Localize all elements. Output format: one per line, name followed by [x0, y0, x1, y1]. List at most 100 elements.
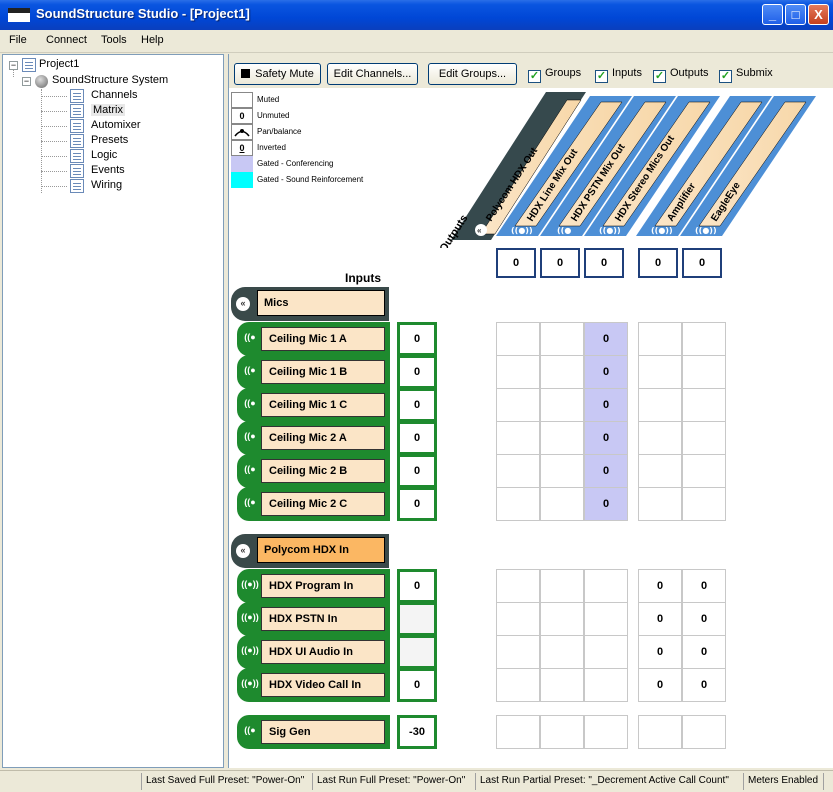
matrix-crosspoint[interactable] [540, 569, 584, 603]
tree-item-wiring[interactable]: Wiring [91, 179, 122, 191]
input-channel[interactable]: ((●)) HDX PSTN In [237, 602, 390, 636]
matrix-crosspoint[interactable]: 0 [638, 668, 682, 702]
edit-groups-button[interactable]: Edit Groups... [428, 63, 517, 85]
input-gain[interactable]: 0 [397, 355, 437, 389]
matrix-crosspoint[interactable]: 0 [682, 635, 726, 669]
matrix-crosspoint[interactable]: 0 [638, 602, 682, 636]
matrix-crosspoint[interactable]: 0 [682, 569, 726, 603]
matrix-crosspoint[interactable] [682, 322, 726, 356]
input-gain[interactable] [397, 602, 437, 636]
matrix-crosspoint[interactable] [584, 602, 628, 636]
matrix-crosspoint[interactable] [496, 569, 540, 603]
output-gain-eagleeye[interactable]: 0 [682, 248, 722, 278]
collapse-icon[interactable]: « [236, 544, 250, 558]
tree-item-project[interactable]: Project1 [39, 58, 79, 70]
matrix-crosspoint[interactable] [638, 355, 682, 389]
matrix-crosspoint[interactable] [638, 322, 682, 356]
menu-help[interactable]: Help [141, 34, 164, 46]
input-channel[interactable]: ((●)) HDX Video Call In [237, 668, 390, 702]
matrix-crosspoint[interactable] [496, 322, 540, 356]
matrix-crosspoint[interactable] [540, 715, 584, 749]
output-gain-hdx-stereo-mics[interactable]: 0 [584, 248, 624, 278]
matrix-crosspoint[interactable] [638, 487, 682, 521]
matrix-crosspoint[interactable] [638, 454, 682, 488]
input-channel[interactable]: ((● Sig Gen [237, 715, 390, 749]
menu-tools[interactable]: Tools [101, 34, 127, 46]
input-channel[interactable]: ((● Ceiling Mic 2 B [237, 454, 390, 488]
tree-item-automixer[interactable]: Automixer [91, 119, 141, 131]
collapse-icon[interactable]: − [9, 61, 18, 70]
matrix-crosspoint[interactable] [584, 569, 628, 603]
input-gain[interactable]: 0 [397, 454, 437, 488]
input-channel[interactable]: ((●)) HDX Program In [237, 569, 390, 603]
menu-file[interactable]: File [9, 34, 27, 46]
input-channel[interactable]: ((● Ceiling Mic 1 C [237, 388, 390, 422]
input-gain[interactable]: 0 [397, 388, 437, 422]
matrix-crosspoint[interactable] [540, 388, 584, 422]
matrix-crosspoint[interactable] [540, 454, 584, 488]
input-gain[interactable]: 0 [397, 421, 437, 455]
input-gain[interactable]: 0 [397, 569, 437, 603]
matrix-crosspoint[interactable] [496, 421, 540, 455]
matrix-crosspoint[interactable] [638, 715, 682, 749]
matrix-crosspoint[interactable]: 0 [584, 454, 628, 488]
submix-checkbox[interactable]: ✓ Submix [719, 67, 773, 83]
minimize-button[interactable]: _ [762, 4, 783, 25]
matrix-crosspoint[interactable]: 0 [584, 355, 628, 389]
matrix-crosspoint[interactable] [682, 355, 726, 389]
matrix-crosspoint[interactable]: 0 [584, 388, 628, 422]
groups-checkbox[interactable]: ✓ Groups [528, 67, 581, 83]
input-channel[interactable]: ((●)) HDX UI Audio In [237, 635, 390, 669]
close-button[interactable]: X [808, 4, 829, 25]
matrix-crosspoint[interactable] [682, 715, 726, 749]
output-gain-amplifier[interactable]: 0 [638, 248, 678, 278]
menu-connect[interactable]: Connect [46, 34, 87, 46]
matrix-crosspoint[interactable] [584, 668, 628, 702]
matrix-crosspoint[interactable] [540, 322, 584, 356]
tree-item-logic[interactable]: Logic [91, 149, 117, 161]
input-gain[interactable]: -30 [397, 715, 437, 749]
input-gain[interactable] [397, 635, 437, 669]
matrix-crosspoint[interactable] [682, 388, 726, 422]
tree-item-matrix[interactable]: Matrix [91, 104, 125, 116]
input-gain[interactable]: 0 [397, 487, 437, 521]
matrix-crosspoint[interactable] [496, 668, 540, 702]
tree-item-events[interactable]: Events [91, 164, 125, 176]
matrix-crosspoint[interactable] [496, 355, 540, 389]
input-channel[interactable]: ((● Ceiling Mic 1 A [237, 322, 390, 356]
collapse-icon[interactable]: − [22, 77, 31, 86]
collapse-icon[interactable]: « [236, 297, 250, 311]
input-channel[interactable]: ((● Ceiling Mic 1 B [237, 355, 390, 389]
input-gain[interactable]: 0 [397, 668, 437, 702]
matrix-crosspoint[interactable] [638, 388, 682, 422]
matrix-crosspoint[interactable] [584, 635, 628, 669]
matrix-crosspoint[interactable] [682, 454, 726, 488]
matrix-crosspoint[interactable] [540, 602, 584, 636]
matrix-crosspoint[interactable]: 0 [584, 487, 628, 521]
inputs-checkbox[interactable]: ✓ Inputs [595, 67, 642, 83]
matrix-crosspoint[interactable] [540, 668, 584, 702]
matrix-crosspoint[interactable] [540, 487, 584, 521]
input-gain[interactable]: 0 [397, 322, 437, 356]
outputs-checkbox[interactable]: ✓ Outputs [653, 67, 709, 83]
input-group-polycom-hdx-in[interactable]: « Polycom HDX In [231, 534, 389, 568]
input-group-mics[interactable]: « Mics [231, 287, 389, 321]
input-channel[interactable]: ((● Ceiling Mic 2 C [237, 487, 390, 521]
matrix-crosspoint[interactable] [496, 388, 540, 422]
edit-channels-button[interactable]: Edit Channels... [327, 63, 418, 85]
matrix-crosspoint[interactable] [540, 635, 584, 669]
tree-item-channels[interactable]: Channels [91, 89, 137, 101]
matrix-crosspoint[interactable]: 0 [682, 602, 726, 636]
matrix-crosspoint[interactable] [682, 487, 726, 521]
tree-item-system[interactable]: SoundStructure System [52, 74, 168, 86]
matrix-crosspoint[interactable]: 0 [584, 421, 628, 455]
matrix-crosspoint[interactable] [540, 421, 584, 455]
matrix-crosspoint[interactable] [638, 421, 682, 455]
maximize-button[interactable]: □ [785, 4, 806, 25]
output-gain-hdx-pstn-mix[interactable]: 0 [540, 248, 580, 278]
title-bar[interactable]: SoundStructure Studio - [Project1] _ □ X [0, 0, 833, 30]
matrix-crosspoint[interactable] [584, 715, 628, 749]
matrix-crosspoint[interactable]: 0 [638, 569, 682, 603]
matrix-crosspoint[interactable] [682, 421, 726, 455]
matrix-crosspoint[interactable]: 0 [682, 668, 726, 702]
